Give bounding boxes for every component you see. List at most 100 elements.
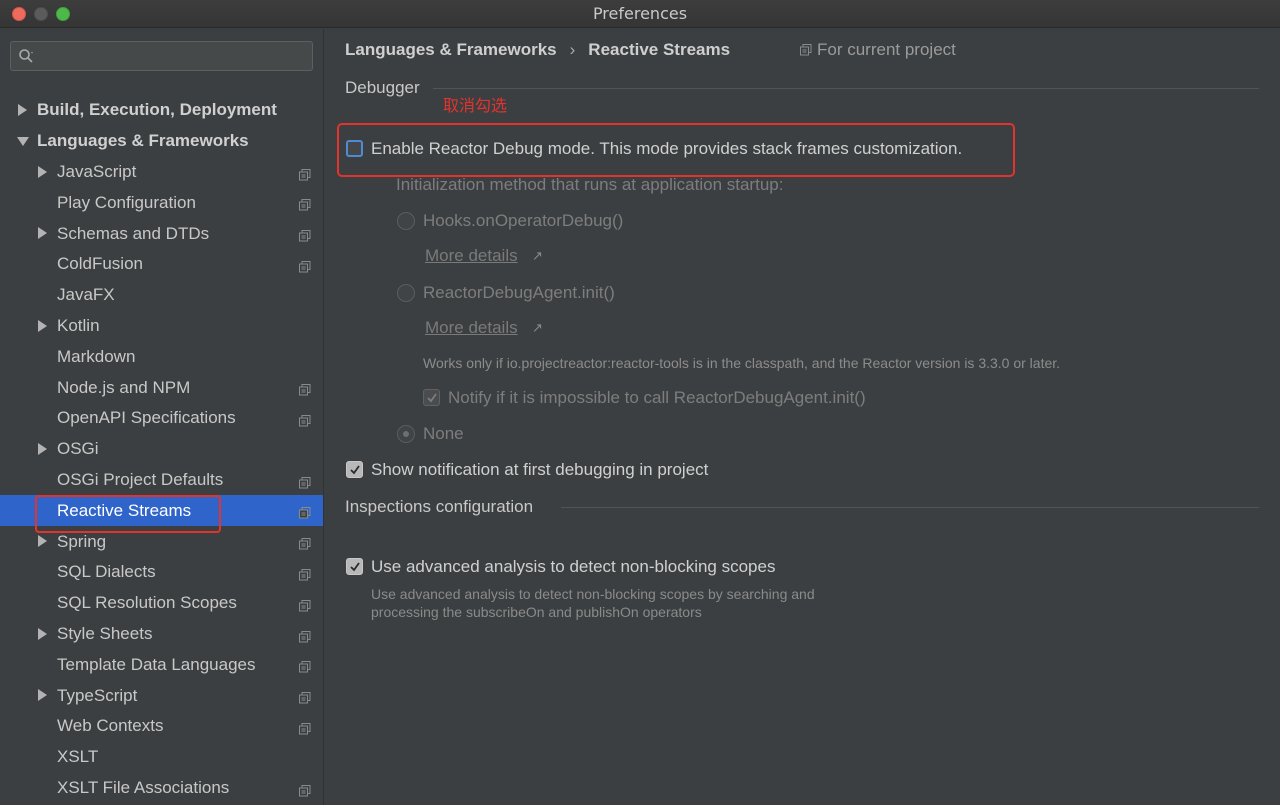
project-scope-icon [299,504,311,519]
sidebar-item-template-data-languages[interactable]: Template Data Languages [0,649,323,680]
minimize-window-button[interactable] [34,7,48,21]
sidebar-item-label: Web Contexts [57,716,164,736]
expand-arrow-right-icon[interactable] [38,627,47,640]
expand-arrow-right-icon[interactable] [38,227,47,240]
expand-arrow-down-icon[interactable] [17,136,29,146]
sidebar-item-label: Kotlin [57,315,100,335]
expand-arrow-right-icon[interactable] [38,535,47,548]
hooks-radio[interactable] [397,212,415,230]
search-icon [19,49,33,63]
sidebar-item-play-configuration[interactable]: Play Configuration [0,187,323,218]
agent-radio[interactable] [397,284,415,302]
expand-arrow-right-icon[interactable] [38,442,47,455]
expand-arrow-right-icon[interactable] [18,104,27,116]
sidebar-item-label: JavaFX [57,285,115,305]
project-scope-icon [299,412,311,427]
show-notification-checkbox[interactable] [346,461,363,478]
sidebar-item-build-execution-deployment[interactable]: Build, Execution, Deployment [0,95,323,126]
sidebar-item-xslt-file-associations[interactable]: XSLT File Associations [0,773,323,804]
settings-search-input[interactable] [10,41,313,71]
debugger-separator [433,88,1259,89]
sidebar-item-label: Build, Execution, Deployment [37,100,277,120]
project-scope-icon [299,628,311,643]
sidebar-item-schemas-and-dtds[interactable]: Schemas and DTDs [0,218,323,249]
for-current-project-note: For current project [800,40,956,60]
sidebar-item-label: Node.js and NPM [57,377,191,397]
none-radio-label: None [423,424,464,443]
project-scope-icon [299,720,311,735]
project-scope-icon [299,782,311,797]
project-scope-icon [299,597,311,612]
checkmark-icon [350,465,360,475]
settings-sidebar: Build, Execution, Deployment Languages & … [0,29,324,805]
sidebar-item-label: XSLT File Associations [57,777,230,797]
more-details-link-1[interactable]: More details [425,246,518,266]
sidebar-item-coldfusion[interactable]: ColdFusion [0,249,323,280]
project-scope-icon [299,566,311,581]
sidebar-item-label: Style Sheets [57,623,153,643]
notify-checkbox[interactable] [423,389,440,406]
enable-reactor-debug-checkbox[interactable] [346,140,363,157]
sidebar-item-label: TypeScript [57,685,138,705]
sidebar-item-label: ColdFusion [57,254,143,274]
expand-arrow-right-icon[interactable] [38,689,47,702]
project-scope-icon [299,166,311,181]
inspections-section-title: Inspections configuration [345,497,534,516]
settings-tree: Build, Execution, Deployment Languages & … [0,95,323,804]
annotation-uncheck-text: 取消勾选 [443,96,508,115]
project-scope-icon [299,258,311,273]
sidebar-item-label: Template Data Languages [57,654,256,674]
project-scope-icon [299,658,311,673]
sidebar-item-openapi-specifications[interactable]: OpenAPI Specifications [0,403,323,434]
breadcrumb: Languages & Frameworks › Reactive Stream… [345,40,730,60]
sidebar-item-node-js-and-npm[interactable]: Node.js and NPM [0,372,323,403]
sidebar-item-label: SQL Resolution Scopes [57,593,237,613]
sidebar-item-javafx[interactable]: JavaFX [0,280,323,311]
none-radio[interactable] [397,425,415,443]
sidebar-item-label: Play Configuration [57,192,196,212]
sidebar-item-osgi[interactable]: OSGi [0,434,323,465]
zoom-window-button[interactable] [56,7,70,21]
project-scope-icon [299,474,311,489]
checkmark-icon [350,562,360,572]
close-window-button[interactable] [12,7,26,21]
init-method-label: Initialization method that runs at appli… [396,175,784,194]
sidebar-item-osgi-project-defaults[interactable]: OSGi Project Defaults [0,465,323,496]
annotation-box-reactive-streams [35,495,221,533]
breadcrumb-current: Reactive Streams [588,40,731,59]
expand-arrow-right-icon[interactable] [38,165,47,178]
window-controls [12,7,70,21]
project-scope-icon [299,227,311,242]
sidebar-item-style-sheets[interactable]: Style Sheets [0,619,323,650]
advanced-analysis-checkbox[interactable] [346,558,363,575]
for-current-project-label: For current project [817,40,956,59]
advanced-analysis-label: Use advanced analysis to detect non-bloc… [371,557,776,576]
sidebar-item-label: OpenAPI Specifications [57,408,236,428]
sidebar-item-label: Languages & Frameworks [37,131,249,151]
sidebar-item-sql-dialects[interactable]: SQL Dialects [0,557,323,588]
sidebar-item-markdown[interactable]: Markdown [0,341,323,372]
sidebar-item-languages-frameworks[interactable]: Languages & Frameworks [0,126,323,157]
sidebar-item-label: OSGi Project Defaults [57,469,224,489]
sidebar-item-label: Spring [57,531,107,551]
debugger-section-title: Debugger [345,78,420,97]
sidebar-item-label: JavaScript [57,161,137,181]
sidebar-item-javascript[interactable]: JavaScript [0,157,323,188]
more-details-link-2[interactable]: More details [425,318,518,338]
advanced-analysis-desc-line2: processing the subscribeOn and publishOn… [371,604,702,620]
sidebar-item-typescript[interactable]: TypeScript [0,680,323,711]
sidebar-item-xslt[interactable]: XSLT [0,742,323,773]
sidebar-item-sql-resolution-scopes[interactable]: SQL Resolution Scopes [0,588,323,619]
sidebar-item-label: Markdown [57,346,136,366]
sidebar-item-kotlin[interactable]: Kotlin [0,311,323,342]
sidebar-item-label: OSGi [57,439,99,459]
sidebar-item-web-contexts[interactable]: Web Contexts [0,711,323,742]
sidebar-item-label: XSLT [57,747,99,767]
preferences-window: Preferences Build, Execution, Deployment… [0,0,1280,805]
expand-arrow-right-icon[interactable] [38,319,47,332]
window-title: Preferences [592,4,688,23]
project-scope-icon [299,535,311,550]
agent-requirement-note: Works only if io.projectreactor:reactor-… [423,355,1061,371]
agent-radio-label: ReactorDebugAgent.init() [423,283,615,302]
project-scope-icon [800,44,812,56]
